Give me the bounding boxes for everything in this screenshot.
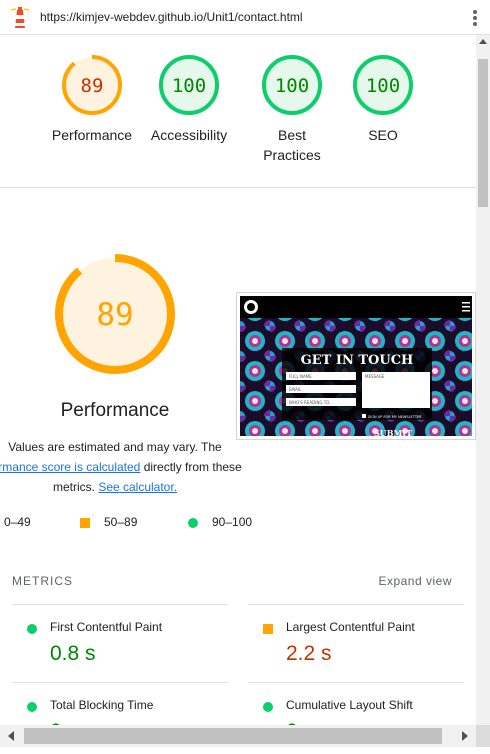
gauge-label: Performance xyxy=(51,127,133,143)
legend-range: 0–49 xyxy=(4,515,31,529)
scroll-right-icon[interactable] xyxy=(462,731,468,741)
scroll-left-icon[interactable] xyxy=(8,731,14,741)
lighthouse-logo-icon xyxy=(10,7,30,28)
gauge-label: SEO xyxy=(368,127,398,143)
pass-circle-icon xyxy=(263,702,273,712)
gauge-ring: 100 xyxy=(353,55,413,115)
legend-range: 50–89 xyxy=(104,515,138,529)
gauge-ring: 100 xyxy=(159,55,219,115)
performance-title: Performance xyxy=(60,400,170,421)
page-screenshot-thumbnail[interactable]: GET IN TOUCH FULL NAME EMAIL WHO'S READI… xyxy=(236,292,476,440)
gauge-score: 100 xyxy=(172,75,206,97)
legend-average: 50–89 xyxy=(80,515,137,529)
score-gauges: 89 Performance 100 Accessibility 100 Bes… xyxy=(0,35,476,188)
metric-name: First Contentful Paint xyxy=(50,620,163,634)
average-square-icon xyxy=(80,518,90,528)
performance-description: Values are estimated and may vary. The f… xyxy=(0,437,250,497)
metric-value: 2.2 s xyxy=(286,642,332,665)
screenshot-heading: GET IN TOUCH xyxy=(301,353,414,368)
see-calculator-link[interactable]: See calculator. xyxy=(98,480,177,494)
screenshot-field-text: SIGN UP FOR MY NEWSLETTER xyxy=(368,415,422,419)
horizontal-scroll-thumb[interactable] xyxy=(24,728,442,744)
gauge-best-practices[interactable]: 100 Best Practices xyxy=(244,53,340,165)
screenshot-field-text: FULL NAME xyxy=(289,374,312,379)
metric-first-contentful-paint[interactable]: First Contentful Paint 0.8 s xyxy=(12,604,228,682)
vertical-scroll-thumb[interactable] xyxy=(478,59,488,207)
bottom-edge xyxy=(0,747,490,754)
description-text: directly from these xyxy=(143,460,242,474)
description-text: metrics. xyxy=(52,480,99,494)
menu-icon xyxy=(462,302,470,304)
gauge-seo[interactable]: 100 SEO xyxy=(333,53,433,145)
more-options-icon[interactable] xyxy=(472,10,478,26)
horizontal-scrollbar[interactable] xyxy=(0,725,476,747)
pass-circle-icon xyxy=(27,624,37,634)
gauge-performance[interactable]: 89 Performance xyxy=(42,53,142,145)
url-bar: https://kimjev-webdev.github.io/Unit1/co… xyxy=(0,0,490,35)
metric-name: Cumulative Layout Shift xyxy=(286,698,413,712)
performance-gauge-large: 89 xyxy=(55,254,175,374)
gauge-label: Accessibility xyxy=(150,127,228,143)
metric-largest-contentful-paint[interactable]: Largest Contentful Paint 2.2 s xyxy=(248,604,464,682)
screenshot-submit: SUBMIT xyxy=(374,428,412,436)
legend-fail: 0–49 xyxy=(4,515,31,529)
metric-name: Largest Contentful Paint xyxy=(286,620,415,634)
score-calculated-link[interactable]: formance score is calculated xyxy=(0,460,140,474)
pass-circle-icon xyxy=(188,518,198,528)
vertical-scrollbar[interactable] xyxy=(476,35,490,725)
scrollbar-corner xyxy=(476,725,490,747)
gauge-ring: 89 xyxy=(62,55,122,115)
gauge-score: 100 xyxy=(366,75,400,97)
legend-range: 90–100 xyxy=(212,515,253,529)
pass-circle-icon xyxy=(27,702,37,712)
gauge-accessibility[interactable]: 100 Accessibility xyxy=(139,53,239,145)
expand-view-button[interactable]: Expand view xyxy=(378,574,452,588)
metrics-title: METRICS xyxy=(12,574,73,588)
average-square-icon xyxy=(263,624,273,634)
screenshot-field-text: WHO'S READING TO... xyxy=(289,400,333,405)
gauge-score: 100 xyxy=(275,75,309,97)
description-text: Values are estimated and may vary. The xyxy=(8,440,222,454)
scroll-up-icon[interactable] xyxy=(479,39,487,44)
gauge-score: 89 xyxy=(81,75,104,97)
screenshot-field-text: MESSAGE xyxy=(365,374,385,379)
metric-name: Total Blocking Time xyxy=(50,698,154,712)
metrics-header: METRICS Expand view xyxy=(12,574,464,594)
gauge-label: Best Practices xyxy=(263,127,321,163)
screenshot-image: GET IN TOUCH FULL NAME EMAIL WHO'S READI… xyxy=(240,296,472,436)
performance-score: 89 xyxy=(96,297,133,333)
gauge-ring: 100 xyxy=(262,55,322,115)
metric-value: 0.8 s xyxy=(50,642,96,665)
legend-pass: 90–100 xyxy=(188,515,252,529)
screenshot-field-text: EMAIL xyxy=(289,387,302,392)
url-text[interactable]: https://kimjev-webdev.github.io/Unit1/co… xyxy=(40,10,303,24)
